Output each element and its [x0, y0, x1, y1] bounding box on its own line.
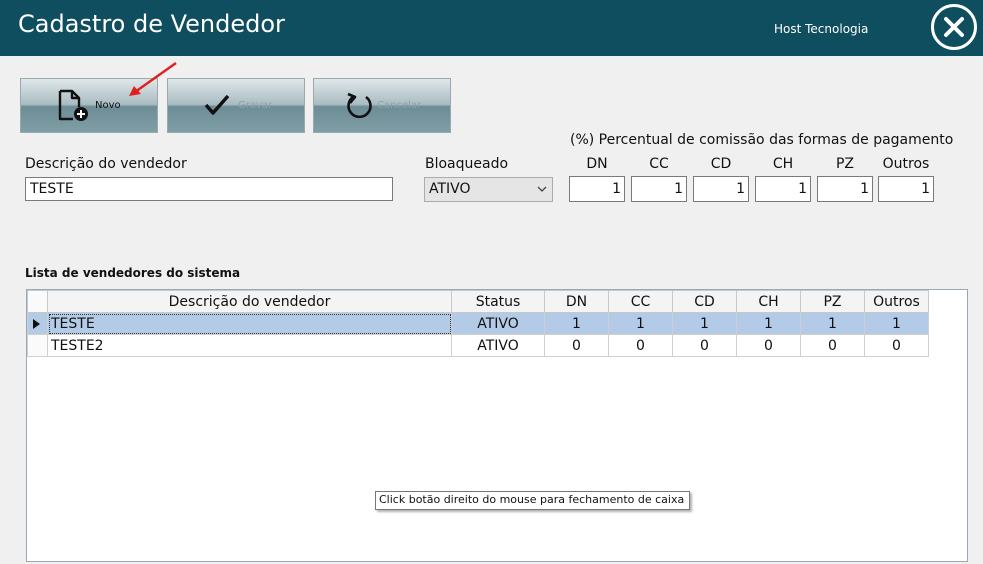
row-indicator	[27, 334, 48, 357]
table-cell[interactable]: 0	[800, 334, 865, 357]
table-cell[interactable]: 1	[736, 312, 801, 335]
column-header[interactable]: Status	[451, 290, 545, 313]
title-bar: Cadastro de Vendedor Host Tecnologia	[0, 0, 983, 56]
table-cell[interactable]: 0	[608, 334, 673, 357]
table-cell[interactable]: 0	[736, 334, 801, 357]
column-header[interactable]: Outros	[864, 290, 929, 313]
gravar-label: Gravar	[238, 100, 273, 111]
table-cell[interactable]: 0	[864, 334, 929, 357]
row-indicator	[27, 312, 48, 335]
table-cell[interactable]: 1	[544, 312, 609, 335]
row-pointer-icon	[33, 318, 40, 329]
list-title: Lista de vendedores do sistema	[25, 266, 241, 280]
close-button[interactable]	[931, 4, 977, 50]
pz-input[interactable]	[817, 176, 873, 202]
company-name: Host Tecnologia	[774, 22, 869, 36]
table-header-row: Descrição do vendedor Status DN CC CD CH…	[27, 290, 929, 313]
table-row[interactable]: TESTE2 ATIVO 0 0 0 0 0 0	[27, 334, 929, 357]
dn-input[interactable]	[569, 176, 625, 202]
column-header[interactable]: Descrição do vendedor	[47, 290, 452, 313]
table-cell[interactable]: 1	[672, 312, 737, 335]
table-cell[interactable]: ATIVO	[451, 334, 545, 357]
close-icon	[944, 17, 964, 37]
chevron-down-icon	[537, 186, 547, 192]
descricao-label: Descrição do vendedor	[25, 156, 187, 172]
gravar-button[interactable]: Gravar	[167, 78, 305, 133]
bloqueado-value: ATIVO	[429, 181, 471, 197]
label-outros: Outros	[882, 156, 930, 172]
label-ch: CH	[772, 156, 794, 172]
column-header[interactable]: PZ	[800, 290, 865, 313]
window-title: Cadastro de Vendedor	[18, 10, 285, 38]
cd-input[interactable]	[693, 176, 749, 202]
table-cell[interactable]: ATIVO	[451, 312, 545, 335]
row-header-corner	[27, 290, 48, 313]
checkmark-icon	[204, 94, 230, 115]
bloqueado-label: Bloaqueado	[425, 156, 509, 172]
label-cd: CD	[710, 156, 732, 172]
bloqueado-select[interactable]: ATIVO	[424, 177, 553, 202]
table-cell[interactable]: 0	[672, 334, 737, 357]
cc-input[interactable]	[631, 176, 687, 202]
novo-label: Novo	[95, 100, 121, 111]
annotation-arrow-icon	[129, 62, 177, 96]
vendedores-grid[interactable]: Descrição do vendedor Status DN CC CD CH…	[26, 289, 968, 562]
table-cell[interactable]: 1	[800, 312, 865, 335]
tooltip: Click botão direito do mouse para fecham…	[375, 491, 691, 510]
label-dn: DN	[586, 156, 608, 172]
column-header[interactable]: CD	[672, 290, 737, 313]
table-cell[interactable]: TESTE2	[47, 334, 452, 357]
table-cell[interactable]: 0	[544, 334, 609, 357]
column-header[interactable]: DN	[544, 290, 609, 313]
new-document-icon	[58, 89, 88, 121]
cancelar-button[interactable]: Cancelar	[313, 78, 451, 133]
label-cc: CC	[649, 156, 669, 172]
label-pz: PZ	[835, 156, 855, 172]
percentual-label: (%) Percentual de comissão das formas de…	[570, 132, 954, 148]
vendedores-table: Descrição do vendedor Status DN CC CD CH…	[27, 290, 929, 357]
descricao-input[interactable]	[25, 177, 393, 201]
table-cell[interactable]: 1	[608, 312, 673, 335]
outros-input[interactable]	[878, 176, 934, 202]
table-cell[interactable]: TESTE	[47, 312, 452, 335]
column-header[interactable]: CH	[736, 290, 801, 313]
table-cell[interactable]: 1	[864, 312, 929, 335]
ch-input[interactable]	[755, 176, 811, 202]
table-row[interactable]: TESTE ATIVO 1 1 1 1 1 1	[27, 312, 929, 335]
cancelar-label: Cancelar	[377, 100, 422, 111]
column-header[interactable]: CC	[608, 290, 673, 313]
undo-icon	[347, 92, 372, 119]
